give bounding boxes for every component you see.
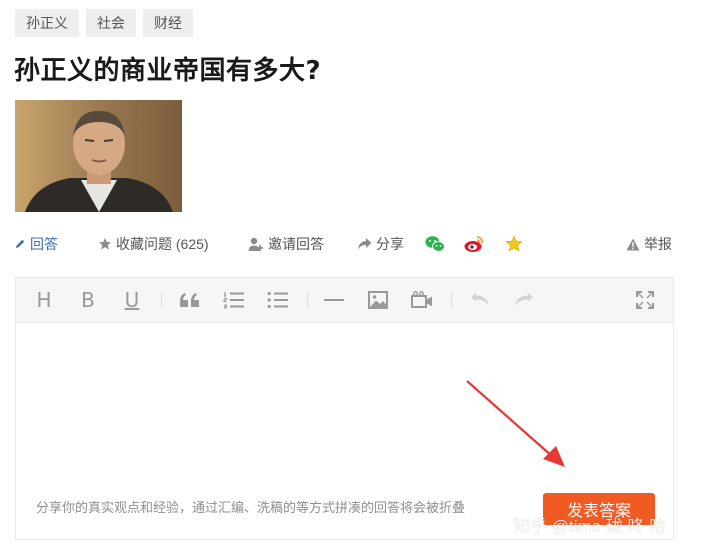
share-button[interactable]: 分享 <box>357 232 404 256</box>
report-label: 举报 <box>644 236 672 252</box>
editor-toolbar: H B U <box>16 278 673 323</box>
wechat-icon <box>425 235 445 253</box>
star-filled-icon <box>505 235 523 253</box>
fullscreen-icon[interactable] <box>631 278 659 322</box>
topic-tags: 孙正义 社会 财经 <box>15 9 193 37</box>
quote-icon[interactable] <box>176 278 204 322</box>
answer-button[interactable]: 回答 <box>14 232 58 256</box>
collect-question-button[interactable]: 收藏问题 (625) <box>98 232 209 256</box>
toolbar-divider <box>307 292 308 308</box>
warning-icon <box>626 238 640 251</box>
watermark: 知乎 @time 珑 咚 哈 <box>513 517 667 536</box>
weibo-icon <box>464 235 484 253</box>
pencil-icon <box>14 238 26 250</box>
divider-icon[interactable] <box>320 278 348 322</box>
favorite-star-button[interactable] <box>505 232 523 256</box>
share-wechat-button[interactable] <box>425 232 445 256</box>
video-icon[interactable] <box>408 278 436 322</box>
share-arrow-icon <box>357 237 372 251</box>
redo-icon[interactable] <box>510 278 538 322</box>
question-actions: 回答 收藏问题 (625) 邀请回答 分享 举报 <box>14 232 676 256</box>
question-photo[interactable] <box>15 100 182 212</box>
toolbar-divider <box>451 292 452 308</box>
invite-label: 邀请回答 <box>268 236 324 252</box>
collect-label: 收藏问题 (625) <box>116 236 209 252</box>
topic-tag[interactable]: 孙正义 <box>15 9 79 37</box>
share-weibo-button[interactable] <box>464 232 484 256</box>
invite-answer-button[interactable]: 邀请回答 <box>248 232 324 256</box>
undo-icon[interactable] <box>466 278 494 322</box>
editor-hint[interactable]: 分享你的真实观点和经验，通过汇编、洗稿的等方式拼凑的回答将会被折叠 <box>36 497 465 516</box>
star-icon <box>98 237 112 251</box>
topic-tag[interactable]: 财经 <box>143 9 193 37</box>
heading-icon[interactable]: H <box>30 278 58 322</box>
report-button[interactable]: 举报 <box>626 232 672 256</box>
bold-icon[interactable]: B <box>74 278 102 322</box>
topic-tag[interactable]: 社会 <box>86 9 136 37</box>
underline-icon[interactable]: U <box>118 278 146 322</box>
toolbar-divider <box>161 292 162 308</box>
image-icon[interactable] <box>364 278 392 322</box>
unordered-list-icon[interactable] <box>264 278 292 322</box>
ordered-list-icon[interactable] <box>220 278 248 322</box>
answer-editor: H B U 分享你的真实观点和经验，通过汇编、洗稿的等方式拼凑的回答将会被折叠 … <box>15 277 674 540</box>
share-label: 分享 <box>376 236 404 252</box>
answer-label: 回答 <box>30 236 58 252</box>
invite-user-icon <box>248 236 264 252</box>
question-title: 孙正义的商业帝国有多大? <box>14 56 322 86</box>
